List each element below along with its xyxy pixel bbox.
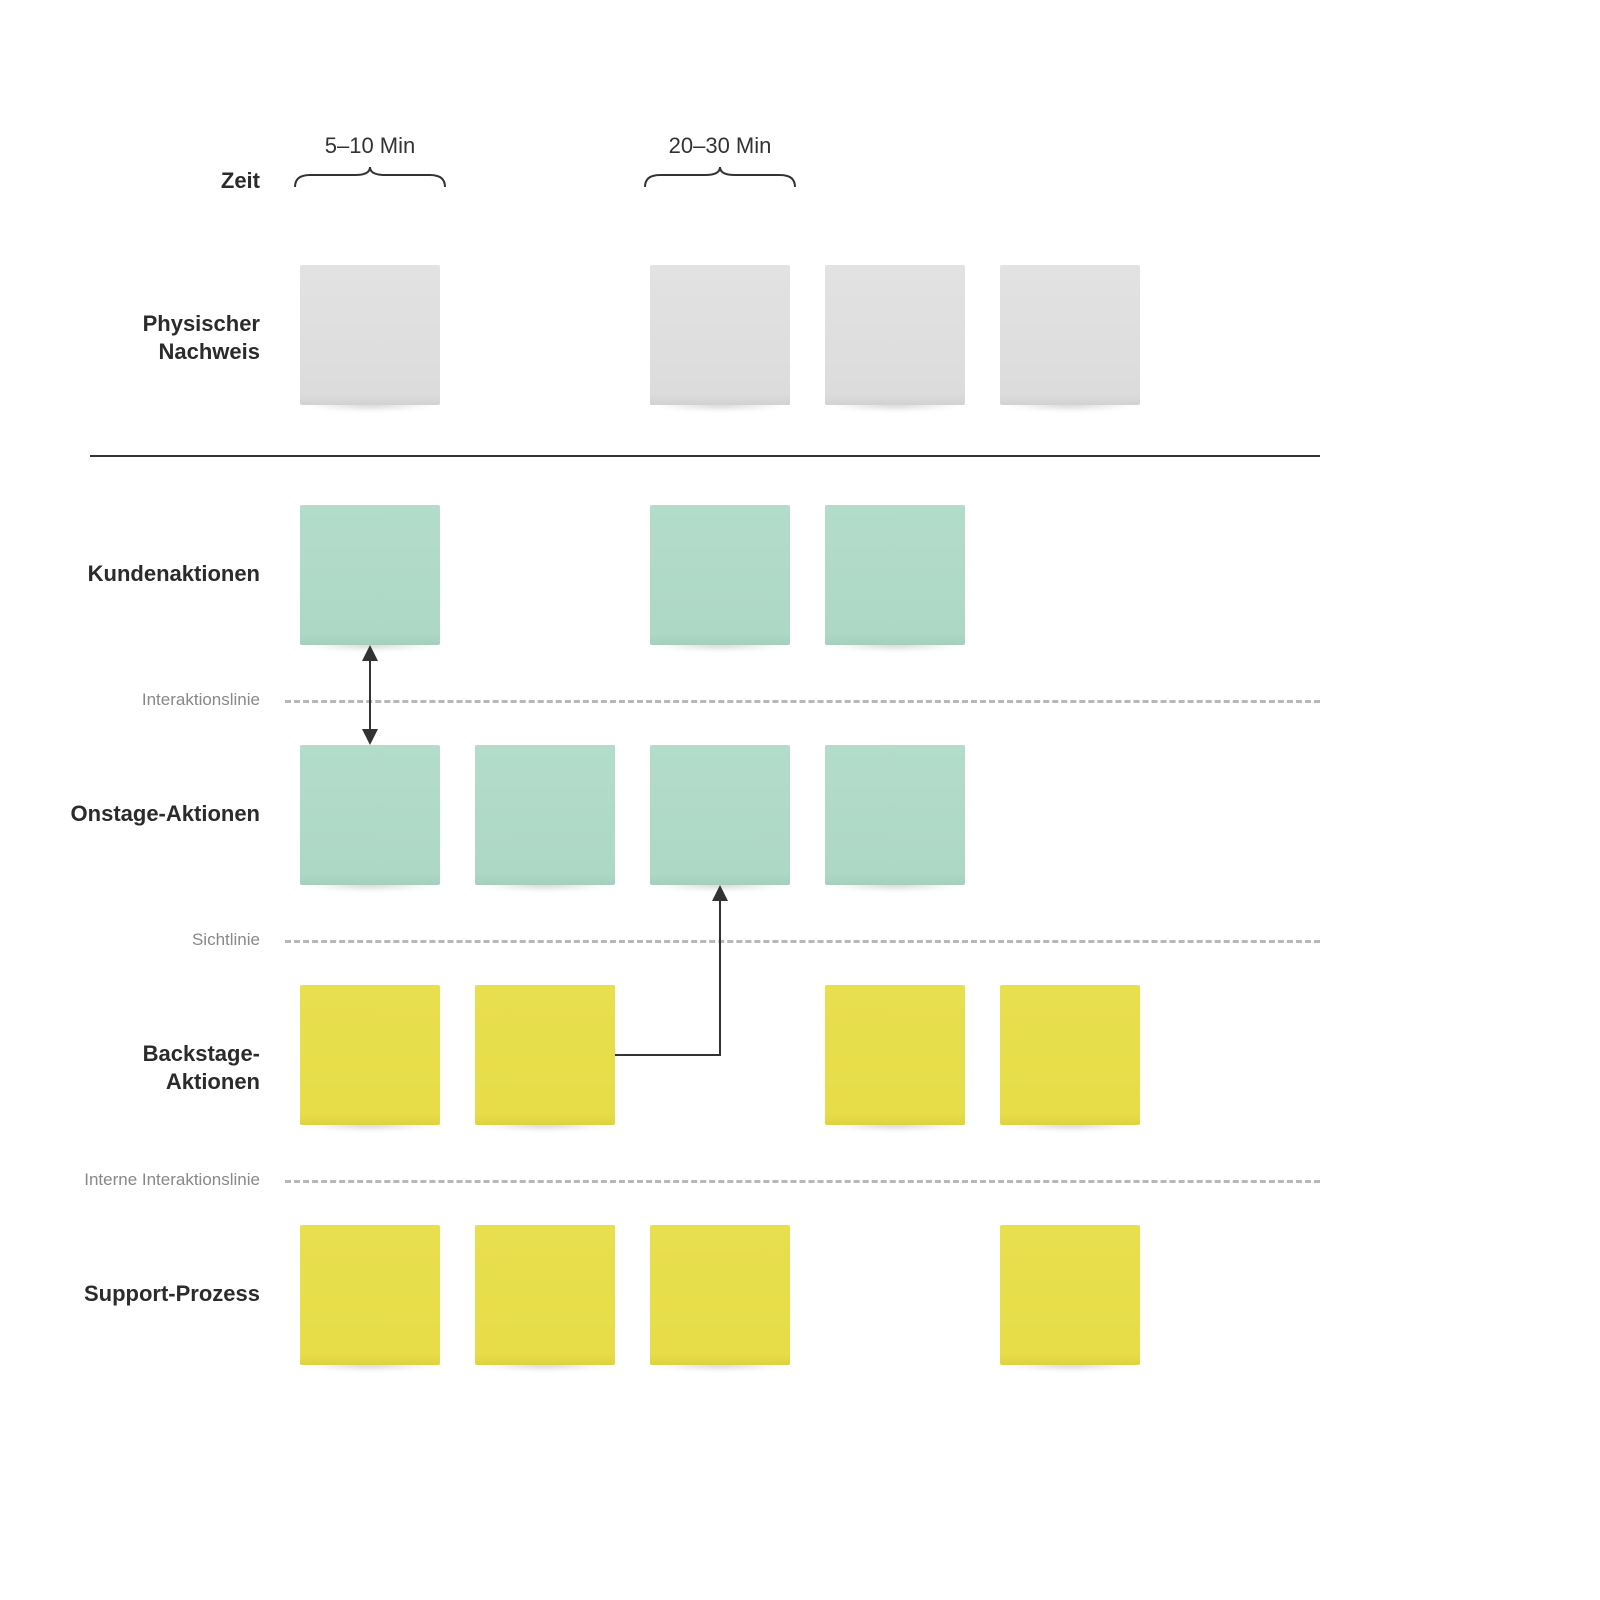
sticky-note[interactable] <box>650 265 790 405</box>
sticky-note[interactable] <box>300 1225 440 1365</box>
sticky-note[interactable] <box>825 265 965 405</box>
time-label-1: 5–10 Min <box>325 133 416 159</box>
sticky-note[interactable] <box>300 745 440 885</box>
row-label-kundenaktionen: Kundenaktionen <box>60 560 260 588</box>
sticky-note[interactable] <box>650 1225 790 1365</box>
brace-icon-1 <box>290 165 450 190</box>
label-interaktionslinie: Interaktionslinie <box>60 690 260 710</box>
arrow-double-vertical <box>358 645 382 745</box>
sticky-note[interactable] <box>475 1225 615 1365</box>
sticky-note[interactable] <box>300 265 440 405</box>
time-label-2: 20–30 Min <box>669 133 772 159</box>
sticky-note[interactable] <box>1000 265 1140 405</box>
divider-interne-interaktionslinie <box>285 1180 1320 1183</box>
sticky-note[interactable] <box>300 505 440 645</box>
sticky-note[interactable] <box>650 745 790 885</box>
divider-interaktionslinie <box>285 700 1320 703</box>
row-label-zeit: Zeit <box>60 167 260 195</box>
row-label-physischer-nachweis: Physischer Nachweis <box>60 310 260 365</box>
sticky-note[interactable] <box>475 745 615 885</box>
sticky-note[interactable] <box>1000 985 1140 1125</box>
sticky-note[interactable] <box>1000 1225 1140 1365</box>
label-sichtlinie: Sichtlinie <box>60 930 260 950</box>
sticky-note[interactable] <box>825 985 965 1125</box>
blueprint-canvas: Zeit Physischer Nachweis Kundenaktionen … <box>0 0 1600 1600</box>
sticky-note[interactable] <box>825 745 965 885</box>
arrow-elbow <box>615 885 745 1065</box>
row-label-onstage: Onstage-Aktionen <box>60 800 260 828</box>
sticky-note[interactable] <box>825 505 965 645</box>
sticky-note[interactable] <box>650 505 790 645</box>
sticky-note[interactable] <box>300 985 440 1125</box>
sticky-note[interactable] <box>475 985 615 1125</box>
row-label-support: Support-Prozess <box>60 1280 260 1308</box>
row-label-backstage: Backstage-Aktionen <box>60 1040 260 1095</box>
divider-solid <box>90 455 1320 457</box>
divider-sichtlinie <box>285 940 1320 943</box>
label-interne-interaktionslinie: Interne Interaktionslinie <box>60 1170 260 1190</box>
brace-icon-2 <box>640 165 800 190</box>
